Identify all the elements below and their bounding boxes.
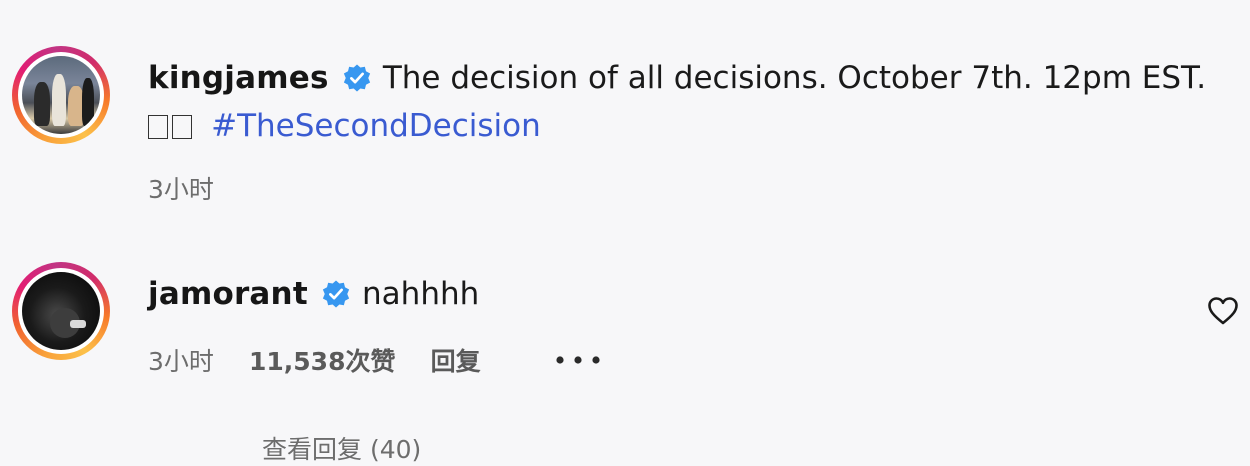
comment-item: jamorant nahhhh 3小时 11,538次赞 回复 bbox=[0, 262, 1250, 392]
timestamp[interactable]: 3小时 bbox=[148, 342, 214, 378]
emoji-placeholder-icon bbox=[148, 115, 168, 139]
like-count[interactable]: 11,538次赞 bbox=[249, 342, 395, 378]
story-ring[interactable] bbox=[12, 262, 110, 360]
timestamp[interactable]: 3小时 bbox=[148, 170, 214, 206]
caption-text: The decision of all decisions. October 7… bbox=[382, 60, 1207, 96]
verified-badge-icon bbox=[343, 64, 370, 92]
emoji-placeholder-icon bbox=[172, 115, 192, 139]
post-caption: kingjames The decision of all decisions.… bbox=[0, 46, 1250, 216]
avatar[interactable] bbox=[22, 272, 100, 350]
more-dots-icon[interactable] bbox=[555, 355, 601, 365]
username[interactable]: kingjames bbox=[148, 60, 329, 96]
hashtag-link[interactable]: #TheSecondDecision bbox=[211, 108, 541, 144]
username[interactable]: jamorant bbox=[148, 276, 308, 312]
reply-button[interactable]: 回复 bbox=[431, 342, 481, 378]
story-ring[interactable] bbox=[12, 46, 110, 144]
verified-badge-icon bbox=[322, 280, 350, 308]
avatar[interactable] bbox=[22, 56, 100, 134]
comment-text: nahhhh bbox=[362, 276, 480, 312]
view-replies-link[interactable]: 查看回复 (40) bbox=[262, 430, 421, 466]
heart-outline-icon[interactable] bbox=[1207, 296, 1239, 326]
